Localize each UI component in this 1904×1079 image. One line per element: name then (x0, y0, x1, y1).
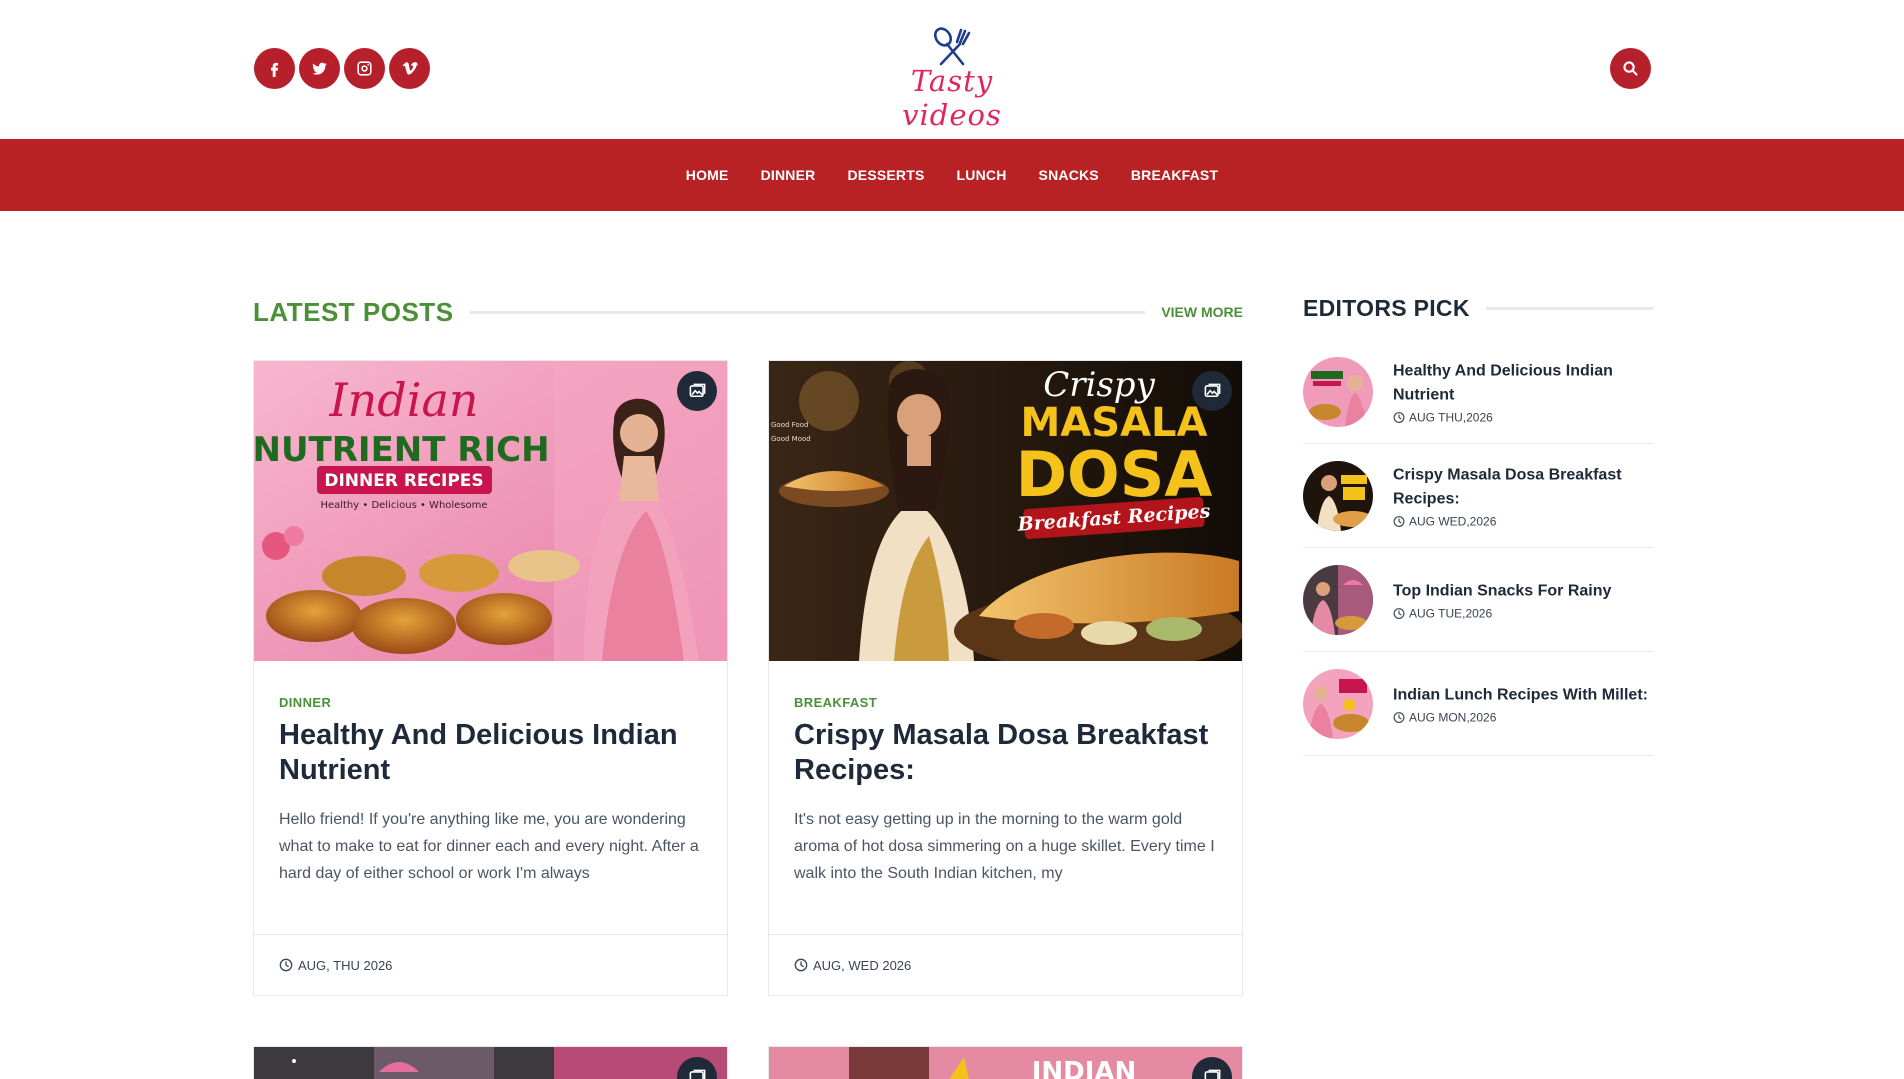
search-button[interactable] (1610, 48, 1651, 89)
editors-pick-thumb[interactable] (1303, 668, 1373, 739)
social-links (254, 48, 430, 89)
gallery-icon (677, 371, 717, 411)
post-card-partial[interactable] (253, 1046, 728, 1079)
editors-pick-date: AUG WED,2026 (1393, 514, 1653, 528)
facebook-icon[interactable] (254, 48, 295, 89)
section-divider (1485, 306, 1653, 310)
clock-icon (1393, 711, 1405, 723)
editors-pick-item-title[interactable]: Healthy And Delicious Indian Nutrient (1393, 359, 1653, 407)
site-header: Tasty videos (0, 0, 1904, 139)
dinner-post-illustration: Indian NUTRIENT RICH DINNER RECIPES Heal… (254, 361, 727, 661)
latest-posts-title: LATEST POSTS (253, 296, 454, 327)
twitter-icon[interactable] (299, 48, 340, 89)
post-card-partial[interactable]: INDIAN (768, 1046, 1243, 1079)
editors-pick-thumb[interactable] (1303, 356, 1373, 427)
image-text-indian-partial: INDIAN (1032, 1057, 1137, 1079)
editors-pick-item[interactable]: Healthy And Delicious Indian Nutrient AU… (1303, 340, 1653, 444)
image-text-nutrient: NUTRIENT RICH (254, 430, 550, 470)
editors-pick-date-text: AUG THU,2026 (1409, 410, 1493, 424)
editors-pick-item-title[interactable]: Indian Lunch Recipes With Millet: (1393, 683, 1653, 707)
post-excerpt: Hello friend! If you're anything like me… (279, 811, 699, 882)
editors-pick-date-text: AUG MON,2026 (1409, 710, 1497, 724)
image-text-dinner: DINNER RECIPES (324, 471, 483, 491)
post-image-partial: INDIAN (769, 1047, 1242, 1079)
editors-pick-title: EDITORS PICK (1303, 294, 1470, 321)
nav-item-snacks[interactable]: SNACKS (1023, 167, 1115, 183)
main-nav: HOME DINNER DESSERTS LUNCH SNACKS BREAKF… (0, 139, 1904, 211)
editors-pick-item[interactable]: Indian Lunch Recipes With Millet: AUG MO… (1303, 652, 1653, 756)
editors-pick-thumb[interactable] (1303, 460, 1373, 531)
clock-icon (1393, 607, 1405, 619)
image-text-tagline: Healthy • Delicious • Wholesome (320, 500, 487, 511)
post-card: Indian NUTRIENT RICH DINNER RECIPES Heal… (253, 360, 728, 996)
section-divider (469, 310, 1146, 314)
post-category[interactable]: DINNER (279, 695, 702, 710)
image-text-indian: Indian (328, 373, 478, 427)
logo-text: Tasty videos (902, 64, 1002, 132)
post-footer: AUG, THU 2026 (254, 935, 727, 995)
clock-icon (279, 958, 293, 972)
editors-pick-item-title[interactable]: Crispy Masala Dosa Breakfast Recipes: (1393, 463, 1653, 511)
post-image[interactable]: Indian NUTRIENT RICH DINNER RECIPES Heal… (254, 361, 727, 661)
breakfast-post-illustration: Crispy MASALA DOSA Breakfast Recipes Goo… (769, 361, 1242, 661)
instagram-icon[interactable] (344, 48, 385, 89)
post-title[interactable]: Healthy And Delicious Indian Nutrient (279, 718, 702, 788)
editors-pick-item[interactable]: Top Indian Snacks For Rainy AUG TUE,2026 (1303, 548, 1653, 652)
editors-pick-header: EDITORS PICK (1303, 292, 1653, 324)
post-date: AUG, WED 2026 (813, 957, 912, 973)
nav-item-breakfast[interactable]: BREAKFAST (1115, 167, 1234, 183)
gallery-icon (1192, 371, 1232, 411)
post-excerpt: It's not easy getting up in the morning … (794, 811, 1215, 882)
post-date: AUG, THU 2026 (298, 957, 393, 973)
post-title[interactable]: Crispy Masala Dosa Breakfast Recipes: (794, 718, 1217, 788)
post-body: DINNER Healthy And Delicious Indian Nutr… (254, 661, 727, 935)
editors-pick-date-text: AUG TUE,2026 (1409, 606, 1493, 620)
post-image-partial (254, 1047, 727, 1079)
nav-item-lunch[interactable]: LUNCH (941, 167, 1023, 183)
editors-pick-item[interactable]: Crispy Masala Dosa Breakfast Recipes: AU… (1303, 444, 1653, 548)
post-footer: AUG, WED 2026 (769, 935, 1242, 995)
editors-pick-date-text: AUG WED,2026 (1409, 514, 1497, 528)
clock-icon (1393, 411, 1405, 423)
nav-item-dinner[interactable]: DINNER (745, 167, 832, 183)
site-logo[interactable]: Tasty videos (862, 26, 1042, 132)
post-body: BREAKFAST Crispy Masala Dosa Breakfast R… (769, 661, 1242, 935)
latest-posts-header: LATEST POSTS VIEW MORE (253, 294, 1243, 330)
clock-icon (1393, 515, 1405, 527)
editors-pick-text: Top Indian Snacks For Rainy AUG TUE,2026 (1393, 579, 1653, 620)
post-category[interactable]: BREAKFAST (794, 695, 1217, 710)
post-image[interactable]: Crispy MASALA DOSA Breakfast Recipes Goo… (769, 361, 1242, 661)
editors-pick-date: AUG TUE,2026 (1393, 606, 1653, 620)
nav-item-home[interactable]: HOME (670, 167, 745, 183)
editors-pick-text: Indian Lunch Recipes With Millet: AUG MO… (1393, 683, 1653, 724)
view-more-link[interactable]: VIEW MORE (1161, 304, 1243, 320)
editors-pick-item-title[interactable]: Top Indian Snacks For Rainy (1393, 579, 1653, 603)
post-card: Crispy MASALA DOSA Breakfast Recipes Goo… (768, 360, 1243, 996)
editors-pick-thumb[interactable] (1303, 564, 1373, 635)
image-text-good-mood: Good Mood (771, 435, 811, 443)
clock-icon (794, 958, 808, 972)
image-text-crispy: Crispy (1043, 365, 1155, 405)
search-icon (1623, 61, 1638, 76)
image-text-good-food: Good Food (771, 421, 808, 429)
editors-pick-date: AUG THU,2026 (1393, 410, 1653, 424)
vimeo-icon[interactable] (389, 48, 430, 89)
editors-pick-text: Crispy Masala Dosa Breakfast Recipes: AU… (1393, 463, 1653, 528)
nav-item-desserts[interactable]: DESSERTS (831, 167, 940, 183)
editors-pick-text: Healthy And Delicious Indian Nutrient AU… (1393, 359, 1653, 424)
editors-pick-date: AUG MON,2026 (1393, 710, 1653, 724)
